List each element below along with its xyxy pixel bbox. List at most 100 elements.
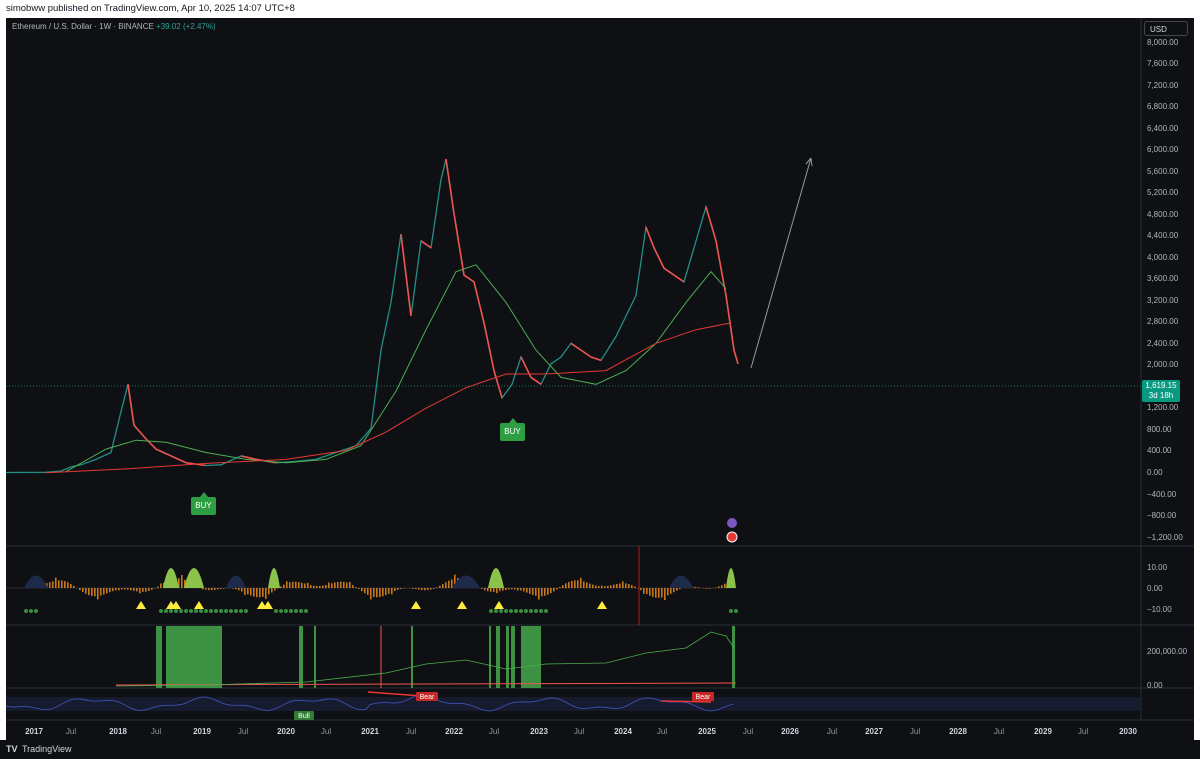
histogram-bar (592, 584, 594, 588)
footer-brand: TradingView (22, 744, 72, 754)
histogram-bar (604, 586, 606, 588)
histogram-bar (331, 583, 333, 588)
histogram-bar (520, 588, 522, 591)
histogram-bar (625, 583, 627, 588)
state-dot (304, 609, 308, 613)
price-axis-label: −1,200.00 (1147, 533, 1183, 542)
price-axis-label: 2,000.00 (1147, 360, 1179, 369)
histogram-bar (70, 583, 72, 588)
histogram-bar (64, 581, 66, 588)
histogram-bar (571, 580, 573, 588)
histogram-bar (238, 588, 240, 591)
momentum-peak (726, 568, 736, 588)
histogram-bar (313, 585, 315, 588)
histogram-bar (358, 588, 360, 590)
bear-segment (705, 206, 717, 242)
histogram-bar (418, 588, 420, 590)
bear-segment (473, 281, 485, 324)
time-axis-label: Jul (321, 727, 331, 736)
histogram-bar (517, 588, 519, 591)
histogram-bar (82, 588, 84, 593)
histogram-bar (610, 585, 612, 588)
histogram-bar (157, 586, 159, 588)
signal-block (496, 626, 500, 688)
momentum-area (24, 575, 48, 588)
histogram-bar (373, 588, 375, 597)
histogram-bar (85, 588, 87, 594)
indicator-axis-label: 0.00 (1147, 681, 1163, 690)
current-price-label: 1,619.15 3d 18h (1142, 380, 1180, 402)
flag-icon (726, 531, 738, 543)
state-dot (229, 609, 233, 613)
histogram-bar (445, 582, 447, 588)
chart-area[interactable]: 8,000.00 7,600.00 7,200.00 6,800.00 6,400.00… (6, 18, 1194, 740)
histogram-bar (382, 588, 384, 597)
state-dot (174, 609, 178, 613)
state-dot (169, 609, 173, 613)
histogram-bar (241, 588, 243, 592)
histogram-bar (244, 588, 246, 595)
currency-button[interactable]: USD (1144, 21, 1188, 36)
histogram-bar (310, 585, 312, 588)
bear-segment (400, 234, 412, 317)
bear-segment (483, 322, 495, 371)
time-axis-label: Jul (66, 727, 76, 736)
histogram-bar (580, 577, 582, 588)
histogram-bar (421, 588, 423, 591)
histogram-bar (262, 588, 264, 597)
time-axis-label: Jul (406, 727, 416, 736)
price-axis-label: 5,600.00 (1147, 167, 1179, 176)
state-dot (209, 609, 213, 613)
state-dot (199, 609, 203, 613)
signal-triangle-icon (411, 601, 421, 609)
histogram-bar (94, 588, 96, 597)
bear-segment (155, 448, 172, 457)
histogram-bar (181, 575, 183, 588)
histogram-bar (385, 588, 387, 596)
state-dot (34, 609, 38, 613)
histogram-bar (73, 585, 75, 588)
state-dot (159, 609, 163, 613)
histogram-bar (514, 588, 516, 590)
buy-signal-badge: BUY (500, 423, 525, 441)
histogram-bar (55, 577, 57, 588)
price-axis-label: 6,400.00 (1147, 124, 1179, 133)
histogram-bar (394, 588, 396, 592)
histogram-bar (577, 580, 579, 588)
bar-countdown: 3d 18h (1148, 391, 1174, 400)
histogram-bar (544, 588, 546, 596)
histogram-bar (205, 588, 207, 590)
bear-tag-label: Bear (696, 694, 711, 701)
histogram-bar (61, 580, 63, 588)
histogram-bar (289, 582, 291, 588)
symbol-legend[interactable]: Ethereum / U.S. Dollar · 1W · BINANCE +3… (12, 22, 216, 31)
histogram-bar (301, 582, 303, 588)
histogram-bar (550, 588, 552, 594)
histogram-bar (214, 588, 216, 590)
histogram-bar (145, 588, 147, 592)
state-dot (194, 609, 198, 613)
histogram-bar (235, 588, 237, 590)
histogram-bar (547, 588, 549, 595)
histogram-bar (526, 588, 528, 593)
bear-segment (445, 158, 455, 214)
histogram-bar (661, 588, 663, 598)
histogram-bar (352, 585, 354, 588)
chart-canvas[interactable]: 8,000.00 7,600.00 7,200.00 6,800.00 6,400.00… (6, 18, 1194, 740)
histogram-bar (259, 588, 261, 598)
time-axis-label: 2028 (949, 727, 967, 736)
histogram-bar (223, 588, 225, 589)
histogram-bar (100, 588, 102, 596)
state-dot (214, 609, 218, 613)
state-dot (544, 609, 548, 613)
bear-segment (453, 213, 465, 276)
histogram-bar (67, 582, 69, 588)
histogram-bar (706, 588, 708, 589)
histogram-bar (664, 588, 666, 601)
state-dot (29, 609, 33, 613)
time-axis-label: Jul (238, 727, 248, 736)
histogram-bar (322, 585, 324, 588)
histogram-bar (376, 588, 378, 598)
histogram-bar (400, 588, 402, 589)
histogram-bar (412, 588, 414, 589)
